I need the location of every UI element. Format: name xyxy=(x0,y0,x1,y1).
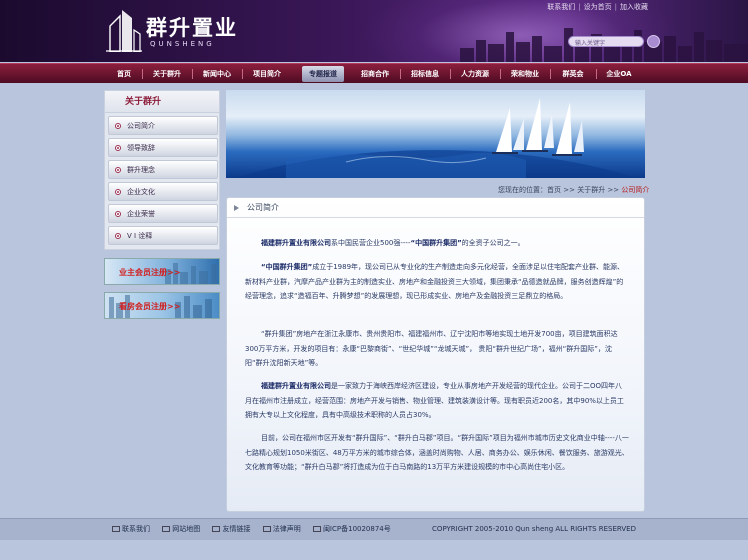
nav-item-property[interactable]: 荣和物业 xyxy=(503,64,547,84)
nav-item-tender[interactable]: 招标信息 xyxy=(403,64,447,84)
site-footer: 联系我们 网站地图 友情链接 法律声明 闽ICP备10020874号 COPYR… xyxy=(0,518,748,540)
sidebar-item-leader[interactable]: 领导致辞 xyxy=(108,138,218,157)
bullet-icon xyxy=(115,233,121,239)
nav-separator xyxy=(450,69,451,79)
content-header: 公司简介 xyxy=(227,198,644,218)
company-name: 福建群升置业有限公司 xyxy=(261,382,331,390)
bullet-icon xyxy=(115,211,121,217)
nav-separator xyxy=(500,69,501,79)
separator: | xyxy=(614,3,617,11)
nav-item-oa[interactable]: 企业OA xyxy=(599,64,639,84)
top-links: 联系我们 | 设为首页 | 加入收藏 xyxy=(547,2,648,12)
footer-links: 联系我们 网站地图 友情链接 法律声明 闽ICP备10020874号 xyxy=(112,524,401,534)
text: 的全资子公司之一。 xyxy=(461,239,525,247)
bullet-icon xyxy=(115,167,121,173)
banner-label: 看房会员注册>> xyxy=(119,302,181,311)
nav-separator xyxy=(192,69,193,79)
arrow-right-icon xyxy=(234,205,239,211)
sidebar-item-philosophy[interactable]: 群升理念 xyxy=(108,160,218,179)
sidebar-item-label: 公司简介 xyxy=(127,122,155,130)
sidebar-item-label: 企业荣誉 xyxy=(127,210,155,218)
intro-paragraph: 福建群升置业有限公司系中国民营企业500强----“中国群升集团”的全资子公司之… xyxy=(245,236,629,251)
nav-separator xyxy=(596,69,597,79)
search-button[interactable] xyxy=(647,35,660,48)
nav-separator xyxy=(142,69,143,79)
site-header: 群升置业 QUNSHENG 联系我们 | 设为首页 | 加入收藏 输入关键字 xyxy=(0,0,748,62)
bullet-icon xyxy=(115,145,121,151)
breadcrumb: 您现在的位置：首页 >> 关于群升 >> 公司简介 xyxy=(498,185,649,195)
sidebar-item-vi[interactable]: V I 诠释 xyxy=(108,226,218,245)
footer-link-label: 网站地图 xyxy=(172,525,201,533)
nav-item-about[interactable]: 关于群升 xyxy=(145,64,189,84)
separator: | xyxy=(578,3,581,11)
search-input[interactable]: 输入关键字 xyxy=(568,36,644,47)
viewer-register-banner[interactable]: 看房会员注册>> xyxy=(104,292,220,319)
logo-english: QUNSHENG xyxy=(150,40,215,48)
sailboat-globe-graphic xyxy=(236,98,636,178)
footer-icp[interactable]: 闽ICP备10020874号 xyxy=(312,525,391,533)
sidebar-item-culture[interactable]: 企业文化 xyxy=(108,182,218,201)
sidebar-title: 关于群升 xyxy=(105,91,219,113)
breadcrumb-prefix: 您现在的位置： xyxy=(498,186,547,194)
breadcrumb-parent[interactable]: 关于群升 xyxy=(577,186,605,194)
footer-link-sitemap[interactable]: 网站地图 xyxy=(162,525,200,533)
fujian-paragraph: 福建群升置业有限公司是一家致力于海峡西岸经济区建设，专业从事房地产开发经营的现代… xyxy=(245,379,629,423)
footer-link-label: 联系我们 xyxy=(122,525,150,533)
document-icon xyxy=(262,526,271,532)
nav-item-hr[interactable]: 人力资源 xyxy=(453,64,497,84)
bullet-icon xyxy=(115,189,121,195)
sidebar-item-label: 企业文化 xyxy=(127,188,155,196)
nav-separator xyxy=(550,69,551,79)
top-link-homepage[interactable]: 设为首页 xyxy=(584,3,612,11)
group-name: “中国群升集团” xyxy=(410,239,462,247)
sidebar-item-label: 群升理念 xyxy=(127,166,155,174)
company-name: 福建群升置业有限公司 xyxy=(261,239,331,247)
footer-link-friends[interactable]: 友情链接 xyxy=(212,525,250,533)
sidebar-item-label: 领导致辞 xyxy=(127,144,155,152)
sidebar-item-honor[interactable]: 企业荣誉 xyxy=(108,204,218,223)
text: 系中国民营企业500强---- xyxy=(331,239,411,247)
footer-link-legal[interactable]: 法律声明 xyxy=(262,525,301,533)
footer-link-label: 法律声明 xyxy=(272,525,301,533)
logo-text: 群升置业 xyxy=(146,16,238,40)
nav-item-home[interactable]: 首页 xyxy=(108,64,140,84)
sitemap-icon xyxy=(162,526,171,532)
owner-register-banner[interactable]: 业主会员注册>> xyxy=(104,258,220,285)
sidebar: 关于群升 公司简介 领导致辞 群升理念 企业文化 企业荣誉 V I 诠释 xyxy=(104,90,220,250)
content-title: 公司简介 xyxy=(247,203,279,212)
breadcrumb-separator: >> xyxy=(563,186,575,194)
link-icon xyxy=(212,526,221,532)
nav-separator xyxy=(400,69,401,79)
nav-item-club[interactable]: 群英会 xyxy=(553,64,593,84)
copyright: COPYRIGHT 2005-2010 Qun sheng ALL RIGHTS… xyxy=(432,525,636,533)
group-name: “中国群升集团” xyxy=(261,263,313,271)
breadcrumb-home[interactable]: 首页 xyxy=(547,186,561,194)
mail-icon xyxy=(112,526,120,532)
banner-label: 业主会员注册>> xyxy=(119,268,181,277)
hero-banner xyxy=(226,90,645,178)
bullet-icon xyxy=(115,123,121,129)
sidebar-item-profile[interactable]: 公司简介 xyxy=(108,116,218,135)
content-panel: 公司简介 福建群升置业有限公司系中国民营企业500强----“中国群升集团”的全… xyxy=(226,197,645,512)
badge-icon xyxy=(312,526,321,532)
sidebar-item-label: V I 诠释 xyxy=(127,232,153,240)
breadcrumb-current: 公司简介 xyxy=(621,186,650,194)
nav-item-news[interactable]: 新闻中心 xyxy=(195,64,239,84)
footer-link-contact[interactable]: 联系我们 xyxy=(112,525,150,533)
footer-link-label: 闽ICP备10020874号 xyxy=(322,525,391,533)
projects-paragraph: 目前，公司在福州市区开发有“群升国际”、“群升白马郡”项目。“群升国际”项目为福… xyxy=(245,434,629,471)
realestate-paragraph: “群升集团”房地产在浙江永康市、贵州贵阳市、福建福州市、辽宁沈阳市等地实现土地开… xyxy=(245,330,618,367)
nav-item-investment[interactable]: 招商合作 xyxy=(353,64,397,84)
top-link-contact[interactable]: 联系我们 xyxy=(547,3,575,11)
top-link-favorite[interactable]: 加入收藏 xyxy=(620,3,648,11)
group-paragraph: “中国群升集团”成立于1989年，现公司已从专业化的生产制造走向多元化经营，全面… xyxy=(245,260,629,304)
footer-link-label: 友情链接 xyxy=(222,525,251,533)
nav-separator xyxy=(242,69,243,79)
breadcrumb-separator: >> xyxy=(607,186,620,194)
main-nav: 首页 关于群升 新闻中心 项目简介 专题报道 招商合作 招标信息 人力资源 荣和… xyxy=(0,63,748,83)
logo-building-icon xyxy=(106,10,142,52)
nav-item-projects[interactable]: 项目简介 xyxy=(245,64,289,84)
nav-item-special[interactable]: 专题报道 xyxy=(302,66,344,82)
